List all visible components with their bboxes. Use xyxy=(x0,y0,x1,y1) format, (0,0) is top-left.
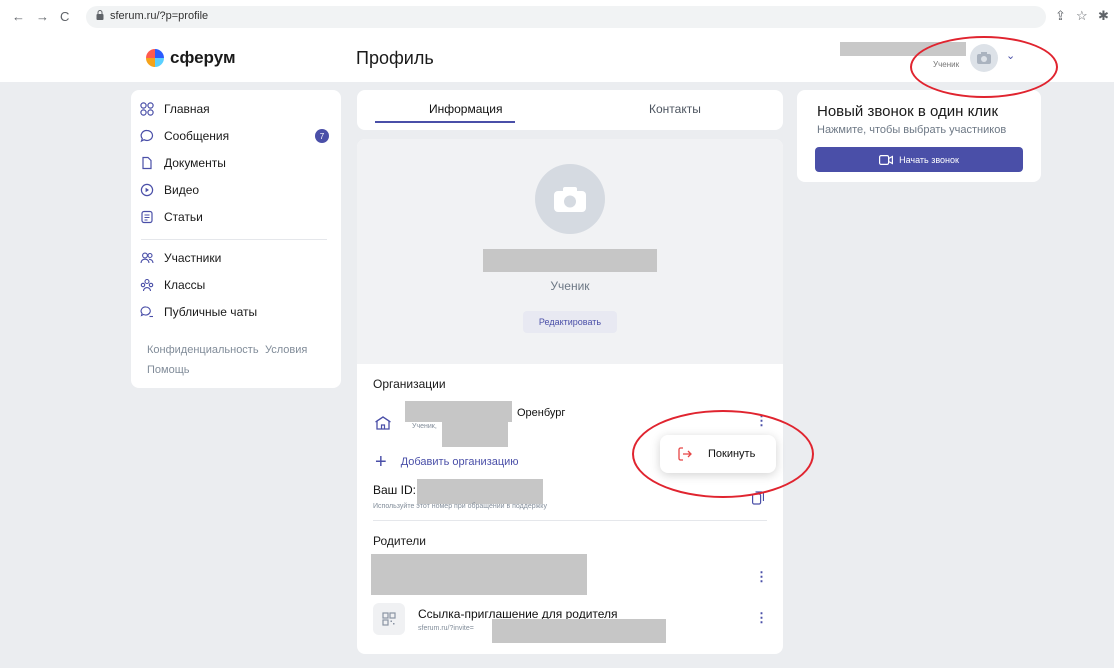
star-icon[interactable]: ☆ xyxy=(1076,8,1088,24)
quick-call-subtitle: Нажмите, чтобы выбрать участников xyxy=(817,124,1007,136)
section-divider xyxy=(373,520,767,521)
sidebar: Главная Сообщения 7 Документы Видео Стат… xyxy=(131,90,341,388)
sidebar-item-label: Документы xyxy=(164,156,226,170)
profile-card: Ученик Редактировать Организации Оренбур… xyxy=(357,139,783,654)
sidebar-item-label: Статьи xyxy=(164,210,203,224)
logo-text: сферум xyxy=(170,48,236,67)
home-grid-icon xyxy=(139,101,155,117)
quick-call-title: Новый звонок в один клик xyxy=(817,103,999,120)
sidebar-item-label: Главная xyxy=(164,102,210,116)
help-link[interactable]: Помощь xyxy=(147,364,190,376)
add-organization-label: Добавить организацию xyxy=(400,456,519,468)
sidebar-item-label: Сообщения xyxy=(164,129,230,143)
annotation-ellipse-leave xyxy=(632,410,814,498)
organization-name-redacted xyxy=(405,401,512,422)
sidebar-item-video[interactable]: Видео xyxy=(139,179,335,201)
privacy-link[interactable]: Конфиденциальность xyxy=(147,344,259,356)
sidebar-item-members[interactable]: Участники xyxy=(139,247,335,269)
invite-more-icon[interactable]: ⋮ xyxy=(755,611,768,624)
lock-icon xyxy=(96,10,104,20)
sidebar-item-label: Классы xyxy=(164,278,206,292)
qr-code-icon xyxy=(373,603,405,635)
user-id-label: Ваш ID: xyxy=(373,483,416,497)
page-title: Профиль xyxy=(356,48,434,68)
tab-information[interactable]: Информация xyxy=(429,102,502,116)
logo-mark-icon xyxy=(146,49,164,67)
video-camera-icon xyxy=(879,154,894,165)
extensions-icon[interactable]: ✱ xyxy=(1098,8,1109,24)
add-organization-button[interactable]: + Добавить организацию xyxy=(375,452,519,472)
play-icon xyxy=(139,182,155,198)
sidebar-item-public-chats[interactable]: Публичные чаты xyxy=(139,301,335,323)
start-call-button[interactable]: Начать звонок xyxy=(815,147,1023,172)
share-icon[interactable]: ⇪ xyxy=(1055,8,1066,24)
sidebar-item-classes[interactable]: Классы xyxy=(139,274,335,296)
document-icon xyxy=(139,155,155,171)
profile-role: Ученик xyxy=(550,279,590,293)
browser-toolbar: ← → C sferum.ru/?p=profile ⇪ ☆ ✱ xyxy=(0,0,1114,36)
sidebar-item-articles[interactable]: Статьи xyxy=(139,206,335,228)
reload-button[interactable]: C xyxy=(60,9,69,24)
classes-icon xyxy=(139,277,155,293)
edit-profile-button[interactable]: Редактировать xyxy=(523,311,617,333)
parents-title: Родители xyxy=(373,534,426,548)
user-id-hint: Используйте этот номер при обращении в п… xyxy=(373,503,547,510)
sidebar-item-home[interactable]: Главная xyxy=(139,98,335,120)
profile-header: Ученик Редактировать xyxy=(357,139,783,364)
parent-entry-redacted xyxy=(371,554,587,595)
annotation-ellipse-user xyxy=(910,36,1058,98)
chat-icon xyxy=(139,128,155,144)
organizations-title: Организации xyxy=(373,377,446,391)
sidebar-item-label: Участники xyxy=(164,251,222,265)
invite-code-redacted xyxy=(492,619,666,643)
sidebar-divider xyxy=(141,239,327,240)
people-icon xyxy=(139,250,155,266)
profile-avatar[interactable] xyxy=(535,164,605,234)
address-bar[interactable]: sferum.ru/?p=profile xyxy=(86,6,1046,28)
profile-tabs: Информация Контакты xyxy=(357,90,783,130)
camera-icon xyxy=(554,187,586,212)
profile-name-redacted xyxy=(483,249,657,272)
sidebar-item-label: Публичные чаты xyxy=(164,305,258,319)
tab-contacts[interactable]: Контакты xyxy=(649,102,701,116)
forward-button[interactable]: → xyxy=(36,9,49,24)
url-text: sferum.ru/?p=profile xyxy=(110,10,209,22)
active-tab-indicator xyxy=(375,121,515,123)
quick-call-card: Новый звонок в один клик Нажмите, чтобы … xyxy=(797,90,1041,182)
sidebar-item-label: Видео xyxy=(164,183,200,197)
terms-link[interactable]: Условия xyxy=(265,344,307,356)
sidebar-item-documents[interactable]: Документы xyxy=(139,152,335,174)
back-button[interactable]: ← xyxy=(12,9,25,24)
start-call-label: Начать звонок xyxy=(899,154,959,165)
article-icon xyxy=(139,209,155,225)
organization-role: Ученик, xyxy=(412,423,437,430)
unread-badge: 7 xyxy=(315,129,329,143)
user-id-redacted xyxy=(417,479,543,504)
organization-city: Оренбург xyxy=(517,407,566,419)
public-chat-icon xyxy=(139,304,155,320)
sidebar-item-messages[interactable]: Сообщения 7 xyxy=(139,125,335,147)
invite-link-url[interactable]: sferum.ru/?invite= xyxy=(418,625,474,632)
parent-more-icon[interactable]: ⋮ xyxy=(755,570,768,583)
school-building-icon xyxy=(375,416,391,430)
organization-class-redacted xyxy=(442,422,508,447)
plus-icon: + xyxy=(375,451,387,473)
logo[interactable]: сферум xyxy=(146,48,236,68)
